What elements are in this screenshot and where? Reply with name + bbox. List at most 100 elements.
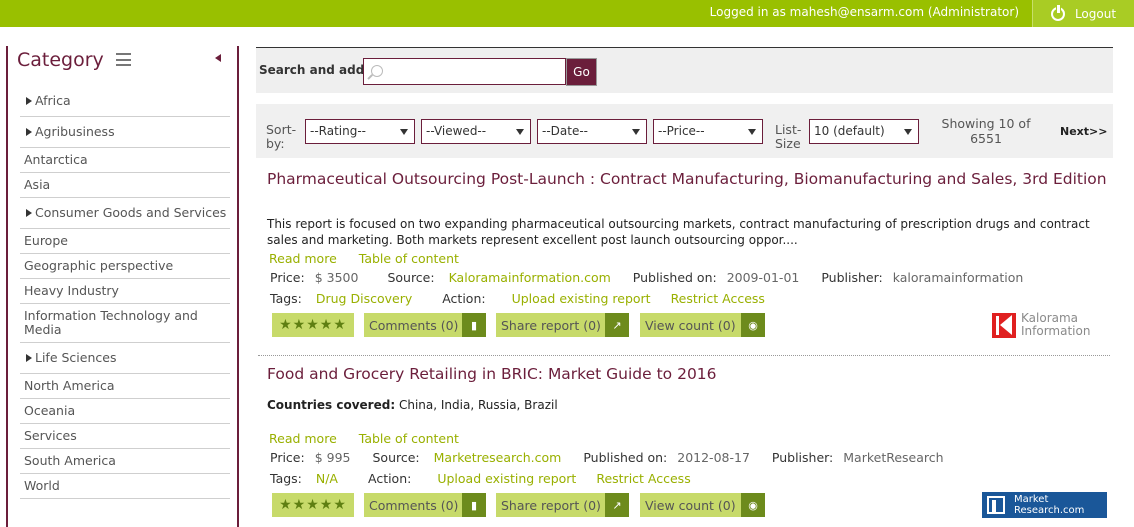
kalorama-logo: Kalorama Information: [992, 311, 1102, 341]
share-icon: ↗: [605, 313, 629, 337]
category-item-heavy-industry[interactable]: Heavy Industry: [20, 279, 230, 304]
power-icon: [1050, 4, 1065, 21]
tag-link[interactable]: Drug Discovery: [316, 291, 412, 306]
rating-stars[interactable]: ★★★★★: [272, 493, 354, 517]
publisher-value: MarketResearch: [843, 450, 944, 465]
search-input[interactable]: [390, 62, 560, 82]
search-box[interactable]: [363, 58, 566, 85]
view-count-button[interactable]: View count (0) ◉: [640, 493, 765, 517]
category-item-agribusiness[interactable]: Agribusiness: [20, 117, 230, 148]
comment-icon: ▮: [462, 313, 486, 337]
logged-in-user-text: Logged in as mahesh@ensarm.com (Administ…: [709, 5, 1019, 19]
rating-stars[interactable]: ★★★★★: [272, 313, 354, 337]
tag-link[interactable]: N/A: [316, 471, 338, 486]
comments-button[interactable]: Comments (0) ▮: [364, 493, 486, 517]
report-links: Read more Table of content: [269, 431, 477, 446]
category-item-world[interactable]: World: [20, 474, 230, 499]
showing-count: Showing 10 of 6551: [941, 116, 1031, 146]
collapse-left-icon[interactable]: [215, 54, 221, 62]
price-value: $ 995: [314, 450, 351, 465]
search-label: Search and add:: [259, 63, 370, 77]
countries-label: Countries covered:: [267, 398, 396, 412]
category-item-consumer-goods[interactable]: Consumer Goods and Services: [20, 198, 230, 229]
price-select[interactable]: --Price--: [653, 119, 763, 144]
next-page-link[interactable]: Next>>: [1060, 125, 1107, 138]
report-meta: Price: $ 3500 Source: Kaloramainformatio…: [270, 270, 1023, 285]
publisher-value: kaloramainformation: [892, 270, 1024, 285]
category-item-europe[interactable]: Europe: [20, 229, 230, 254]
restrict-access-link[interactable]: Restrict Access: [671, 291, 765, 306]
action-label: Action:: [367, 471, 412, 486]
table-of-content-link[interactable]: Table of content: [359, 251, 459, 266]
expand-arrow-icon[interactable]: [26, 97, 32, 105]
published-label: Published on:: [632, 270, 717, 285]
report-title[interactable]: Food and Grocery Retailing in BRIC: Mark…: [267, 365, 717, 383]
category-item-it-media[interactable]: Information Technology and Media: [20, 304, 230, 343]
sort-by-label: Sort-by:: [266, 122, 297, 151]
expand-arrow-icon[interactable]: [26, 128, 32, 136]
table-of-content-link[interactable]: Table of content: [359, 431, 459, 446]
list-size-label: List-Size: [775, 122, 802, 151]
viewed-select[interactable]: --Viewed--: [421, 119, 531, 144]
share-icon: ↗: [605, 493, 629, 517]
category-sidebar: Category Africa Agribusiness Antarctica …: [6, 46, 239, 527]
comment-icon: ▮: [462, 493, 486, 517]
report-tags-row: Tags: Drug Discovery Action: Upload exis…: [270, 291, 765, 306]
category-list: Africa Agribusiness Antarctica Asia Cons…: [20, 86, 230, 499]
publisher-label: Publisher:: [821, 270, 883, 285]
logout-label: Logout: [1074, 6, 1117, 21]
restrict-access-link[interactable]: Restrict Access: [596, 471, 690, 486]
category-item-oceania[interactable]: Oceania: [20, 399, 230, 424]
publisher-label: Publisher:: [771, 450, 834, 465]
list-size-select[interactable]: 10 (default): [809, 119, 919, 144]
sort-bar: Sort-by: --Rating-- --Viewed-- --Date-- …: [256, 104, 1113, 158]
marketresearch-logo: Market Research.com: [982, 492, 1107, 518]
report-divider: [258, 355, 1110, 356]
source-label: Source:: [372, 450, 420, 465]
published-label: Published on:: [583, 450, 668, 465]
eye-icon: ◉: [741, 493, 765, 517]
report-title[interactable]: Pharmaceutical Outsourcing Post-Launch :…: [267, 170, 1107, 188]
share-report-button[interactable]: Share report (0) ↗: [496, 313, 629, 337]
category-item-africa[interactable]: Africa: [20, 86, 230, 117]
category-item-north-america[interactable]: North America: [20, 374, 230, 399]
source-link[interactable]: Marketresearch.com: [434, 450, 562, 465]
comments-button[interactable]: Comments (0) ▮: [364, 313, 486, 337]
price-value: $ 3500: [314, 270, 359, 285]
report-tags-row: Tags: N/A Action: Upload existing report…: [270, 471, 691, 486]
top-bar: Logged in as mahesh@ensarm.com (Administ…: [0, 0, 1134, 27]
kalorama-mark-icon: [992, 313, 1016, 338]
category-item-geographic-perspective[interactable]: Geographic perspective: [20, 254, 230, 279]
published-value: 2012-08-17: [677, 450, 750, 465]
expand-arrow-icon[interactable]: [26, 209, 32, 217]
countries-value: China, India, Russia, Brazil: [398, 398, 558, 412]
category-item-services[interactable]: Services: [20, 424, 230, 449]
view-count-button[interactable]: View count (0) ◉: [640, 313, 765, 337]
category-item-asia[interactable]: Asia: [20, 173, 230, 198]
logout-button[interactable]: Logout: [1032, 0, 1134, 27]
report-countries: Countries covered: China, India, Russia,…: [267, 397, 1105, 413]
category-item-south-america[interactable]: South America: [20, 449, 230, 474]
expand-arrow-icon[interactable]: [26, 354, 32, 362]
upload-report-link[interactable]: Upload existing report: [437, 471, 576, 486]
hamburger-icon[interactable]: [116, 53, 131, 66]
action-label: Action:: [442, 291, 486, 306]
marketresearch-mark-icon: [987, 496, 1005, 514]
go-button[interactable]: Go: [566, 58, 597, 86]
category-title: Category: [17, 49, 104, 71]
price-label: Price:: [270, 450, 305, 465]
date-select[interactable]: --Date--: [537, 119, 647, 144]
eye-icon: ◉: [741, 313, 765, 337]
category-item-antarctica[interactable]: Antarctica: [20, 148, 230, 173]
read-more-link[interactable]: Read more: [269, 251, 337, 266]
search-icon: [371, 65, 383, 77]
upload-report-link[interactable]: Upload existing report: [512, 291, 651, 306]
report-links: Read more Table of content: [269, 251, 477, 266]
rating-select[interactable]: --Rating--: [305, 119, 415, 144]
report-meta: Price: $ 995 Source: Marketresearch.com …: [270, 450, 944, 465]
category-item-life-sciences[interactable]: Life Sciences: [20, 343, 230, 374]
published-value: 2009-01-01: [726, 270, 800, 285]
read-more-link[interactable]: Read more: [269, 431, 337, 446]
share-report-button[interactable]: Share report (0) ↗: [496, 493, 629, 517]
source-link[interactable]: Kaloramainformation.com: [449, 270, 611, 285]
